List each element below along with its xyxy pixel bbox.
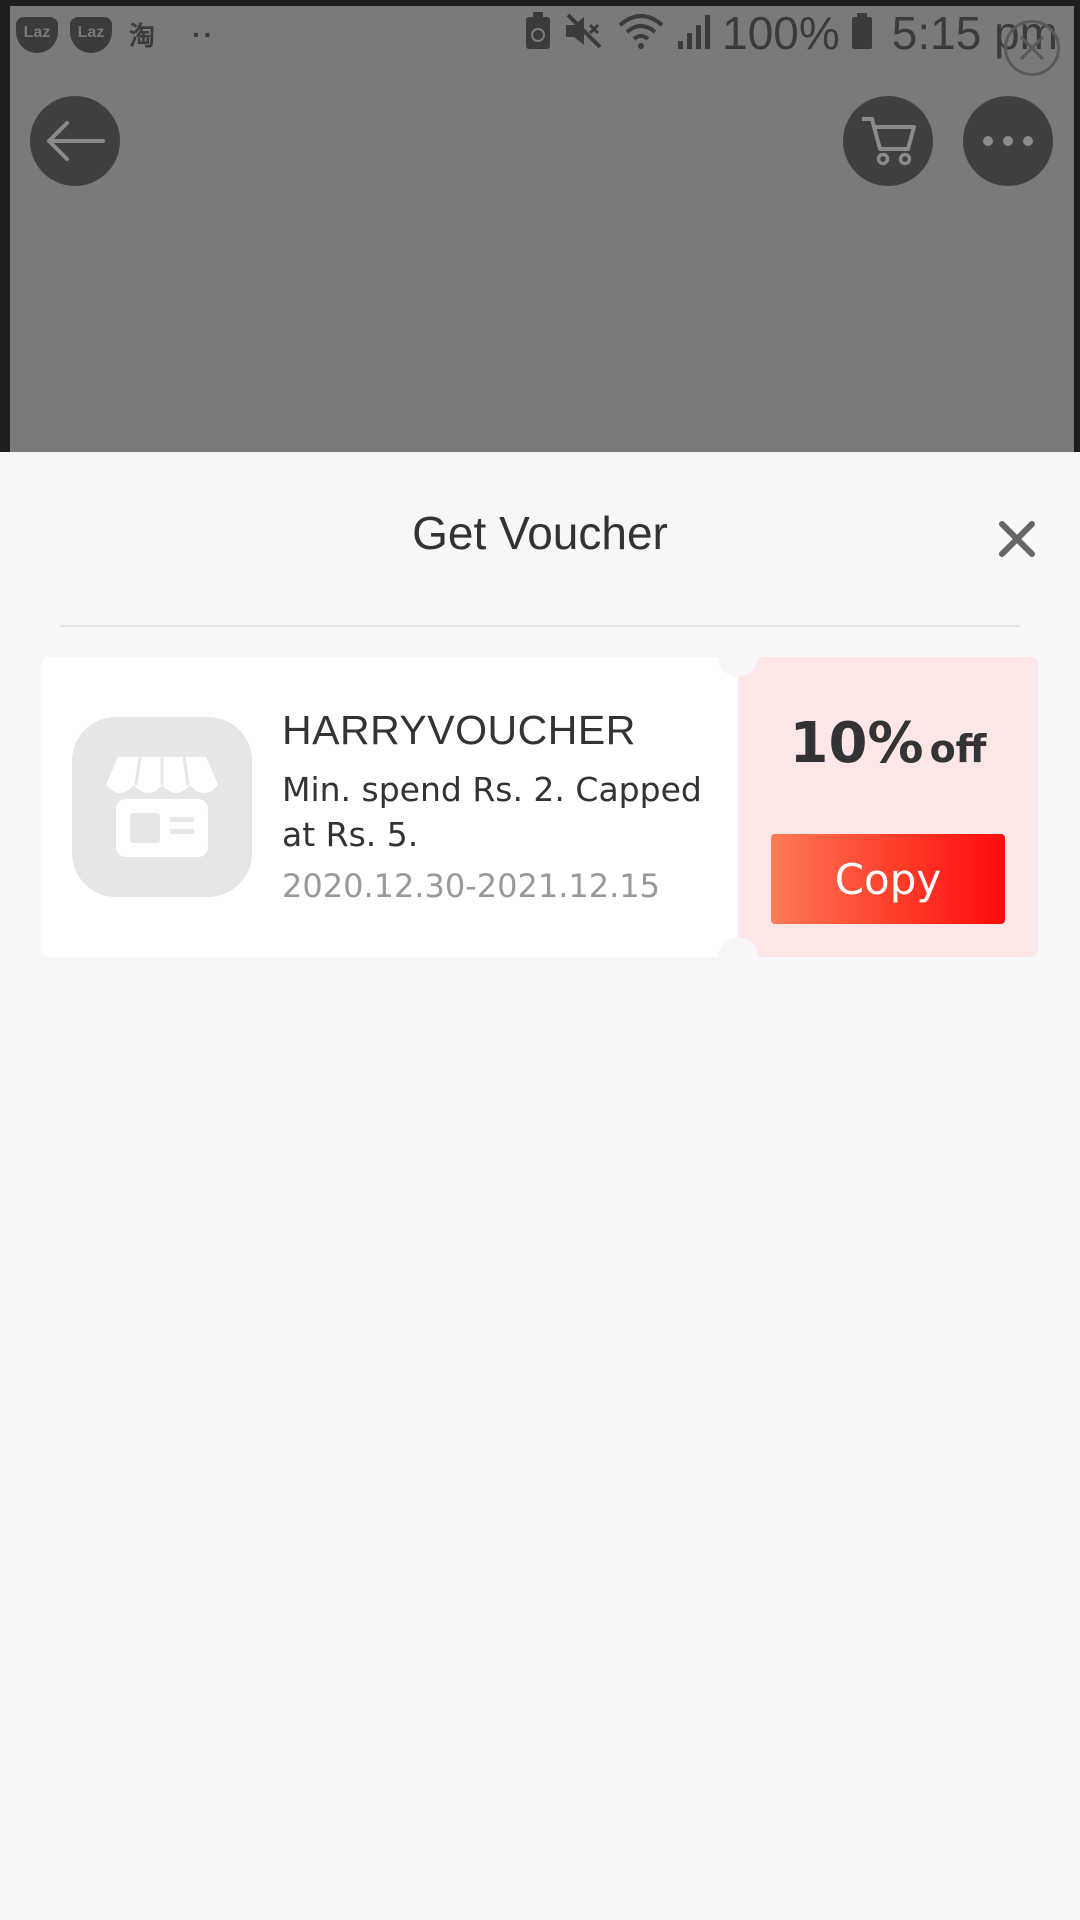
more-options-button[interactable] — [963, 96, 1053, 186]
voucher-sheet: Get Voucher HARRYVOUCHER Min. spend Rs. … — [0, 452, 1080, 1920]
voucher-details: HARRYVOUCHER Min. spend Rs. 2. Capped at… — [42, 657, 738, 957]
wifi-icon — [616, 11, 666, 56]
voucher-card: HARRYVOUCHER Min. spend Rs. 2. Capped at… — [42, 637, 1038, 977]
dismiss-overlay-button[interactable] — [1004, 20, 1060, 76]
back-arrow-icon — [47, 121, 105, 161]
cart-icon — [862, 117, 916, 166]
taobao-notification-icon: 淘 — [128, 21, 155, 51]
status-bar: Laz Laz 淘 ·· 100% 5:15 pm — [0, 0, 1080, 70]
voucher-action-panel: 10% off Copy — [738, 657, 1038, 957]
close-icon — [1019, 35, 1045, 61]
discount-label: 10% off — [738, 711, 1038, 776]
discount-value: 10% — [789, 711, 924, 776]
close-button[interactable] — [996, 518, 1038, 560]
voucher-conditions: Min. spend Rs. 2. Capped at Rs. 5. — [282, 770, 702, 854]
more-icon — [983, 136, 1033, 146]
ticket-notch-top — [718, 637, 758, 677]
cart-button[interactable] — [843, 96, 933, 186]
battery-percentage: 100% — [722, 7, 840, 59]
shop-icon — [72, 717, 252, 897]
back-button[interactable] — [30, 96, 120, 186]
divider — [60, 625, 1020, 627]
sheet-title: Get Voucher — [412, 507, 668, 559]
signal-icon — [676, 11, 712, 56]
battery-saver-icon — [524, 11, 552, 56]
close-icon — [999, 521, 1035, 557]
voucher-validity: 2020.12.30-2021.12.15 — [282, 867, 660, 905]
copy-button[interactable]: Copy — [771, 834, 1005, 924]
ticket-notch-bottom — [718, 937, 758, 977]
lazada-notification-icon: Laz — [70, 16, 112, 53]
voucher-code: HARRYVOUCHER — [282, 707, 636, 753]
mute-icon — [562, 11, 606, 56]
discount-suffix: off — [929, 727, 987, 771]
battery-icon — [850, 11, 874, 56]
lazada-notification-icon: Laz — [16, 16, 58, 53]
more-notifications-icon: ·· — [192, 18, 215, 50]
